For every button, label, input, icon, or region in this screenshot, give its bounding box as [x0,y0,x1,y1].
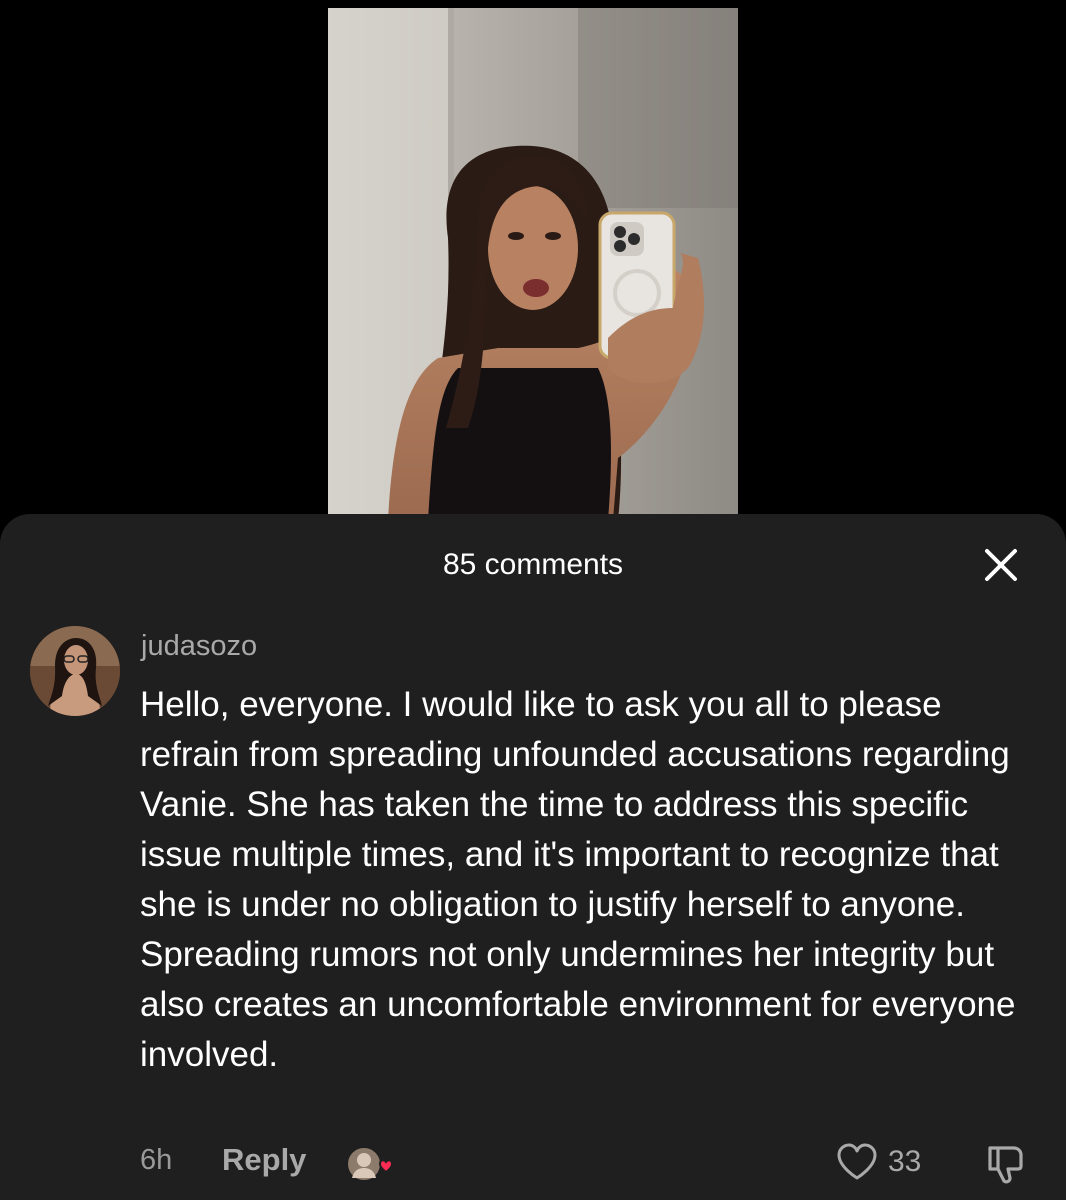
dislike-button[interactable] [984,1140,1030,1186]
video-preview[interactable] [328,8,738,520]
like-count: 33 [888,1145,922,1178]
comment-timestamp: 6h [140,1144,173,1176]
comments-sheet: 85 comments judasozo Hello, everyone. I … [0,514,1066,1200]
thumbs-down-icon [988,1146,1023,1184]
app-root: 85 comments judasozo Hello, everyone. I … [0,0,1066,1200]
avatar[interactable] [30,626,120,716]
close-icon [985,549,1017,581]
reply-button[interactable]: Reply [222,1142,306,1178]
comment-text: Hello, everyone. I would like to ask you… [140,685,1016,1074]
comments-count-title: 85 comments [442,548,624,581]
comments-header: 85 comments [0,514,1066,614]
creator-liked-badge-icon [344,1142,400,1186]
like-button[interactable]: 33 [836,1140,921,1184]
heart-outline-icon [837,1143,877,1180]
mirror-selfie-image [328,8,738,520]
avatar-image [30,626,120,716]
close-button[interactable] [978,542,1024,588]
comment-username[interactable]: judasozo [141,630,257,663]
